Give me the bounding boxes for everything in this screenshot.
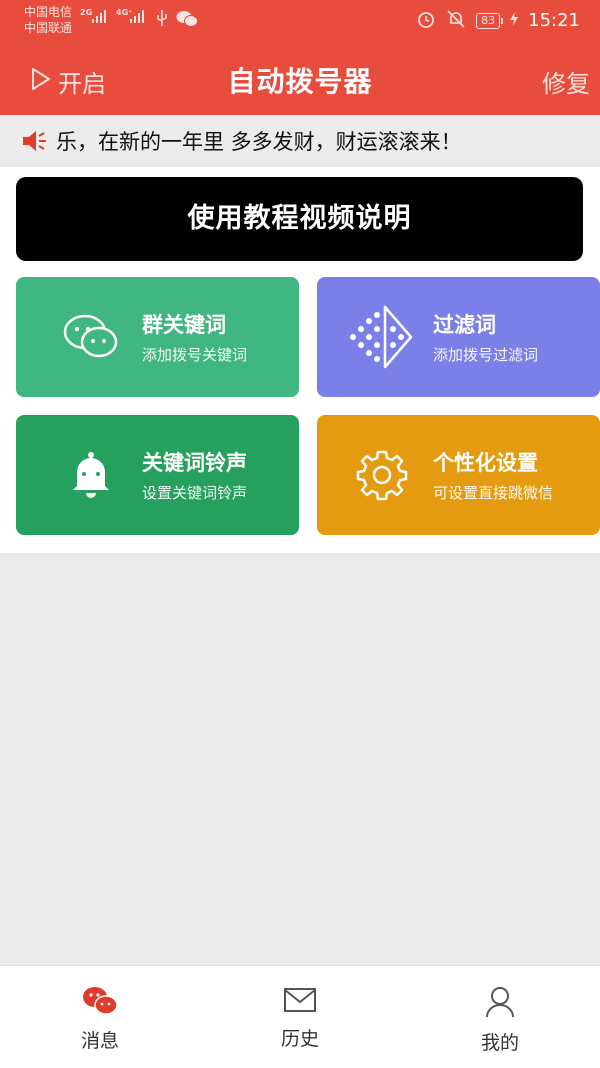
gear-icon [347,449,417,501]
status-right: 83 15:21 [416,9,580,32]
page-title: 自动拨号器 [227,65,373,98]
card-subtitle: 添加拨号过滤词 [433,346,539,364]
tab-label: 历史 [280,1028,319,1050]
battery-icon: 83 [476,12,504,29]
card-title: 过滤词 [433,313,496,337]
card-subtitle: 可设置直接跳微信 [433,484,554,502]
carrier-1: 中国电信 [24,5,73,19]
clock: 15:21 [528,10,580,31]
wechat-icon [176,10,198,31]
charging-icon [510,12,519,29]
mute-bell-icon [446,9,466,32]
card-title: 群关键词 [142,313,226,337]
carrier-2: 中国联通 [24,21,73,35]
header-area: 中国电信 中国联通 2G 4G⁺ 83 15:21 开启 自动拨号器 修复 [0,0,600,115]
carrier-labels: 中国电信 中国联通 [24,4,72,36]
marquee-text: 乐，在新的一年里 多多发财，财运滚滚来！ [56,130,462,154]
signal-icon [92,10,106,23]
usb-icon [156,10,168,29]
filter-dots-icon [347,305,417,369]
tab-label: 我的 [480,1032,519,1054]
tab-history[interactable]: 历史 [200,966,400,1068]
tab-messages[interactable]: 消息 [0,966,200,1068]
chat-bubbles-icon [56,314,126,360]
repair-button[interactable]: 修复 [542,64,590,99]
network-type-1: 2G [80,8,93,17]
tab-label: 消息 [80,1030,119,1052]
mail-icon [283,986,317,1018]
speaker-icon [22,130,48,152]
card-subtitle: 添加拨号关键词 [142,346,248,364]
app-bar: 开启 自动拨号器 修复 [0,40,600,115]
main-panel: 使用教程视频说明 群关键词 添加拨号关键词 过滤词 添加拨号过滤词 关键词铃声 … [0,167,600,553]
card-subtitle: 设置关键词铃声 [142,484,248,502]
bell-icon [56,450,126,500]
filter-words-card[interactable]: 过滤词 添加拨号过滤词 [317,277,600,397]
bottom-tab-bar: 消息 历史 我的 [0,965,600,1068]
profile-icon [485,986,515,1022]
signal-icon [130,10,144,23]
keyword-ringtone-card[interactable]: 关键词铃声 设置关键词铃声 [16,415,299,535]
alarm-icon [416,9,436,32]
tutorial-video-button[interactable]: 使用教程视频说明 [16,177,583,261]
card-title: 个性化设置 [433,451,538,475]
status-bar: 中国电信 中国联通 2G 4G⁺ 83 15:21 [0,0,600,40]
card-title: 关键词铃声 [142,451,247,475]
announcement-marquee: 乐，在新的一年里 多多发财，财运滚滚来！ [0,115,600,167]
messages-icon [82,986,118,1020]
group-keywords-card[interactable]: 群关键词 添加拨号关键词 [16,277,299,397]
tab-profile[interactable]: 我的 [400,966,600,1068]
personalization-card[interactable]: 个性化设置 可设置直接跳微信 [317,415,600,535]
